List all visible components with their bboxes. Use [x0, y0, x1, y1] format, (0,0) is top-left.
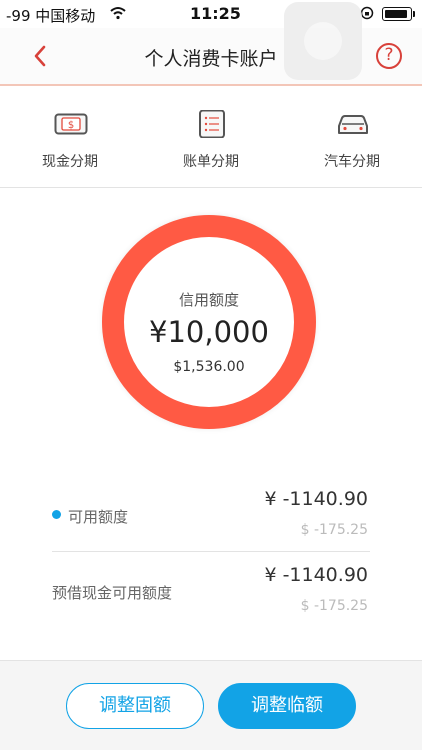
credit-limit-usd: $1,536.00: [173, 359, 245, 375]
carrier-signal: -99 中国移动: [6, 7, 96, 25]
credit-limit-ring: 信用额度 ¥10,000 $1,536.00: [102, 215, 316, 429]
category-car-installment[interactable]: 汽车分期: [282, 88, 422, 188]
car-icon: [338, 115, 368, 134]
credit-summary: 信用额度 ¥10,000 $1,536.00: [0, 190, 422, 460]
bottom-action-bar: 调整固额 调整临额: [0, 660, 422, 750]
floating-assistive-button[interactable]: [284, 2, 362, 80]
blue-dot-icon: [52, 510, 61, 519]
row-label: 可用额度: [68, 508, 129, 526]
row-label: 预借现金可用额度: [52, 584, 173, 602]
credit-limit-amount: ¥10,000: [149, 315, 269, 349]
wifi-icon: [110, 7, 126, 20]
installment-categories: $ 现金分期 账单分期 汽车分期: [0, 88, 422, 188]
row-value-usd: $ -175.25: [300, 522, 368, 538]
row-value-usd: $ -175.25: [300, 598, 368, 614]
available-limit-row: 可用额度 ¥ -1140.90 $ -175.25: [52, 480, 370, 552]
bill-icon: [199, 110, 225, 138]
row-value-cny: ¥ -1140.90: [264, 488, 368, 510]
category-bill-installment[interactable]: 账单分期: [141, 88, 281, 188]
cash-advance-limit-row: 预借现金可用额度 ¥ -1140.90 $ -175.25: [52, 556, 370, 628]
help-icon[interactable]: ?: [376, 43, 402, 69]
category-label: 现金分期: [42, 154, 98, 170]
adjust-fixed-limit-button[interactable]: 调整固额: [66, 683, 204, 729]
category-cash-installment[interactable]: $ 现金分期: [0, 88, 140, 188]
clock: 11:25: [190, 4, 241, 23]
category-label: 汽车分期: [324, 154, 380, 170]
adjust-temp-limit-button[interactable]: 调整临额: [218, 683, 356, 729]
row-value-cny: ¥ -1140.90: [264, 564, 368, 586]
battery-icon: [382, 7, 415, 21]
category-label: 账单分期: [183, 154, 239, 170]
svg-text:$: $: [68, 120, 74, 131]
rotation-lock-icon: [360, 6, 374, 20]
cash-icon: $: [54, 113, 88, 135]
credit-limit-title: 信用额度: [178, 291, 239, 309]
